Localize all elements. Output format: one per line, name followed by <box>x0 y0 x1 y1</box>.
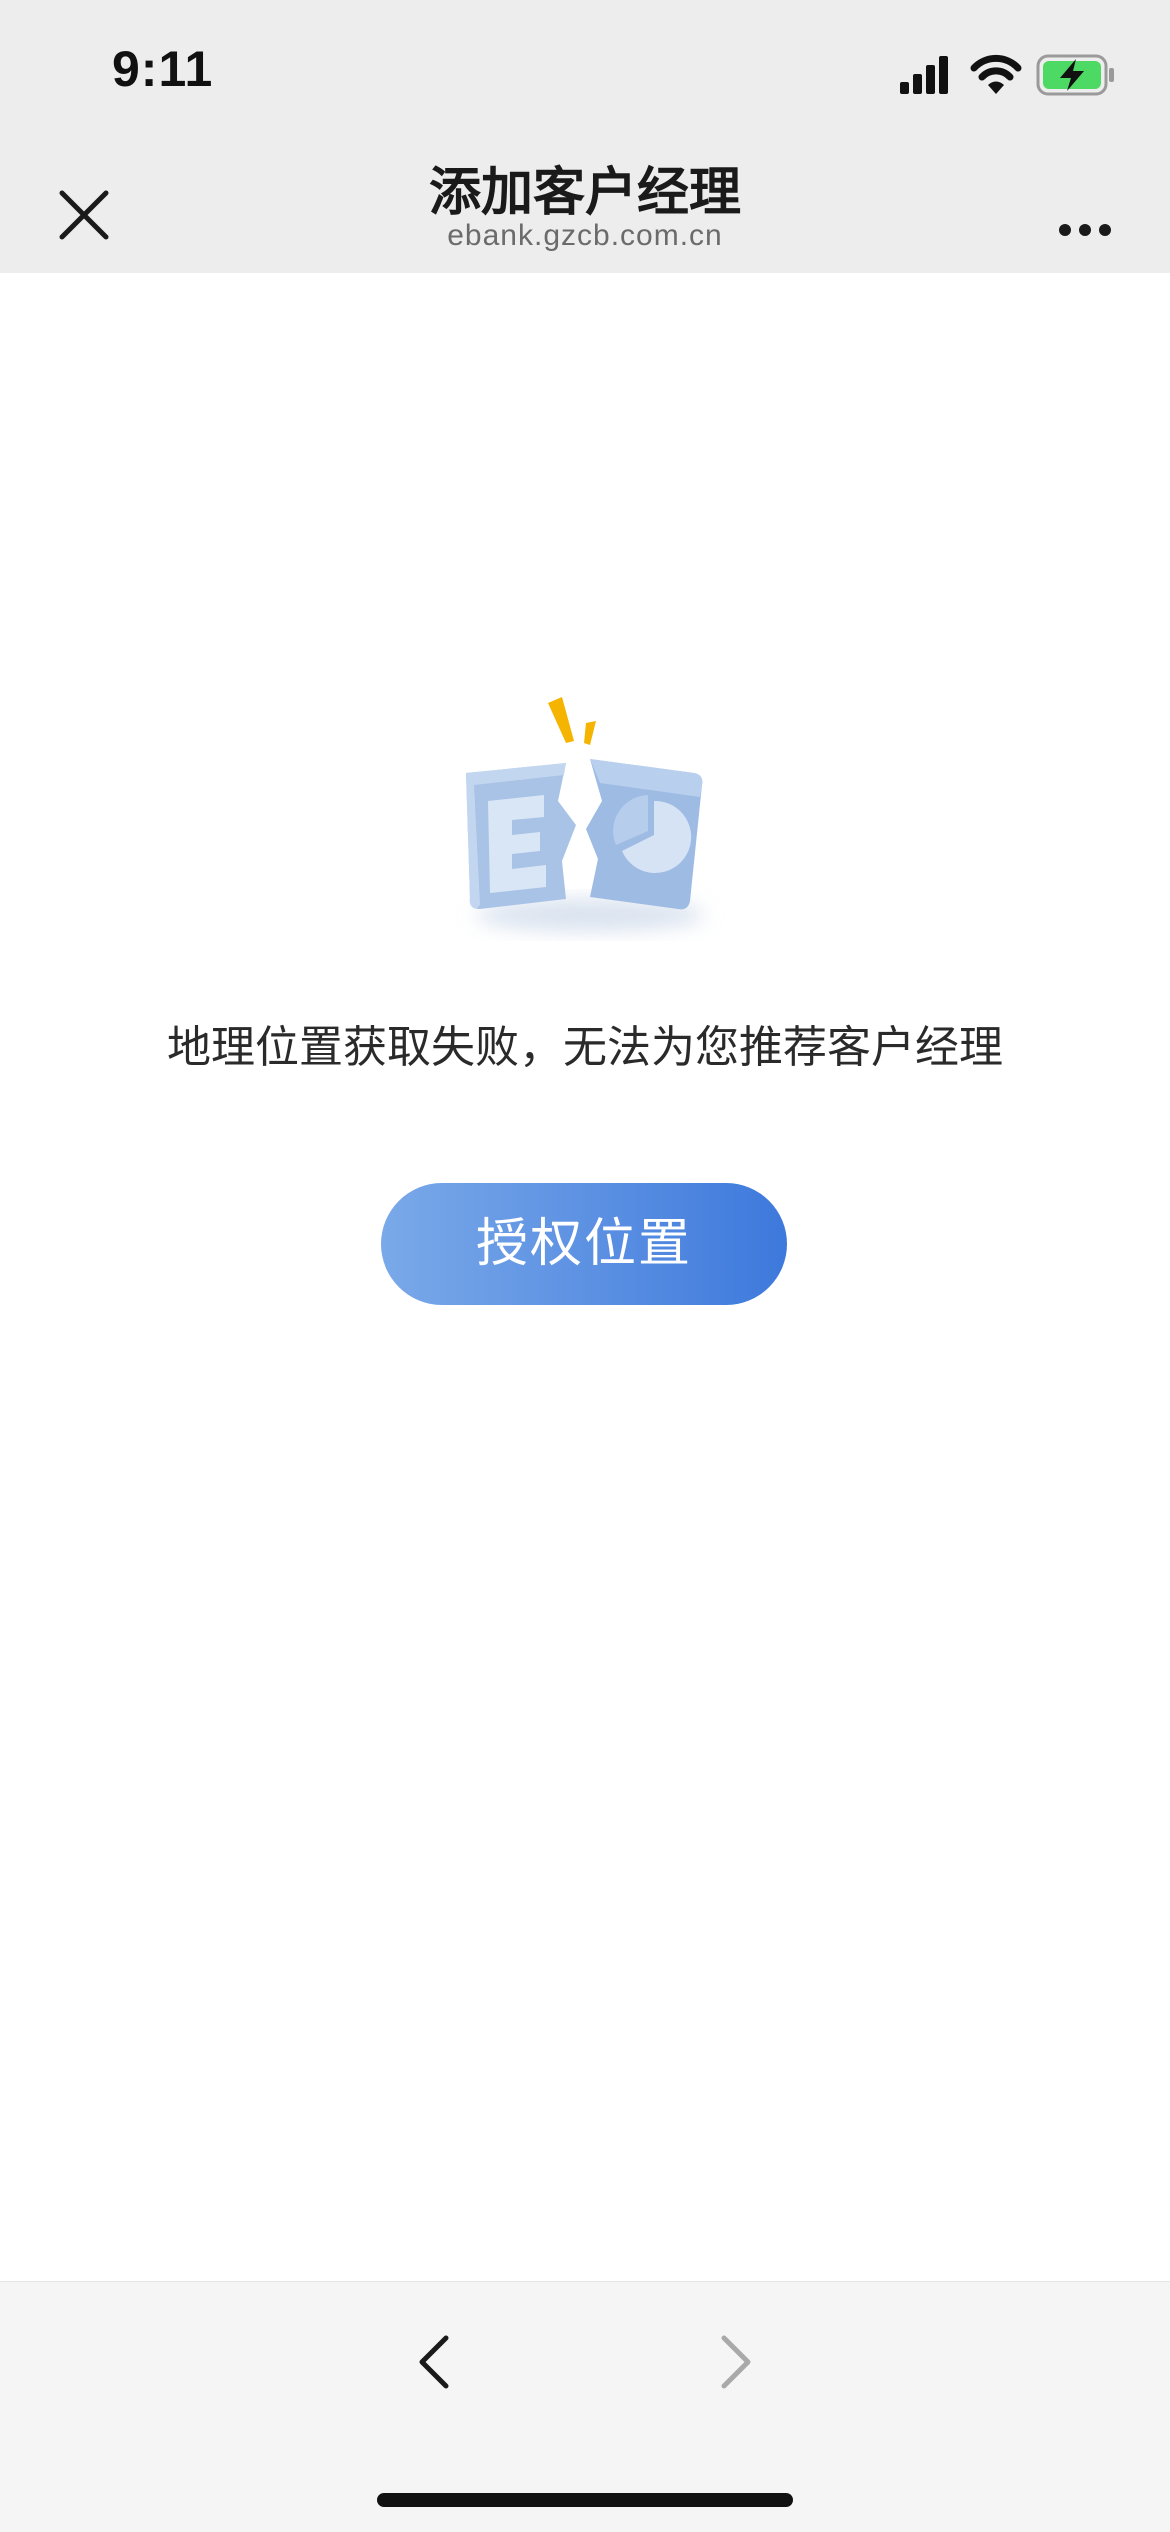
signal-icon <box>900 56 948 94</box>
nav-header: 添加客户经理 ebank.gzcb.com.cn <box>0 150 1170 273</box>
back-arrow-icon <box>419 2335 449 2389</box>
page-url: ebank.gzcb.com.cn <box>447 219 723 252</box>
authorize-location-button[interactable]: 授权位置 <box>381 1183 787 1305</box>
battery-charging-icon <box>1036 54 1114 96</box>
forward-button[interactable] <box>700 2322 770 2402</box>
status-time: 9:11 <box>112 41 214 97</box>
bottom-toolbar <box>0 2281 1170 2532</box>
more-button[interactable] <box>1030 175 1140 255</box>
status-icons <box>900 52 1120 96</box>
home-indicator <box>377 2493 793 2507</box>
broken-document-icon <box>440 683 740 963</box>
back-button[interactable] <box>400 2322 470 2402</box>
wifi-icon <box>970 54 1022 94</box>
main-content: 地理位置获取失败，无法为您推荐客户经理 授权位置 <box>0 273 1170 2281</box>
forward-arrow-icon <box>721 2335 751 2389</box>
error-message: 地理位置获取失败，无法为您推荐客户经理 <box>167 1022 1003 1073</box>
status-bar: 9:11 <box>0 0 1170 150</box>
more-icon <box>1059 224 1111 236</box>
